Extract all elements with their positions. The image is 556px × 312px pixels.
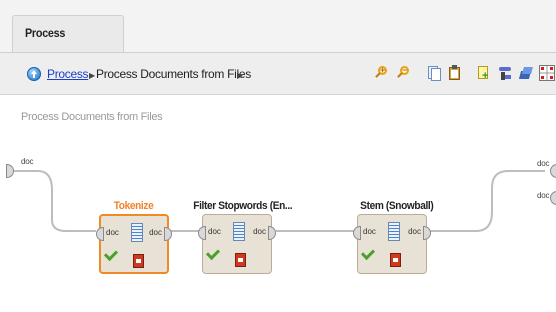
operator-filter-stopwords[interactable]: doc doc (198, 214, 276, 274)
subprocess-icon[interactable] (235, 253, 246, 267)
operator-title-filter-stopwords: Filter Stopwords (En... (193, 200, 293, 212)
input-port-label: doc (106, 228, 119, 237)
output-port-label: doc (408, 227, 421, 236)
checkmark-icon (360, 245, 376, 261)
operator-title-tokenize: Tokenize (113, 200, 154, 212)
input-port[interactable] (198, 226, 206, 240)
document-icon (388, 222, 400, 241)
document-icon (233, 222, 245, 241)
operator-title-stem: Stem (Snowball) (360, 200, 434, 212)
input-port-label: doc (363, 227, 376, 236)
connection-wires (12, 170, 545, 232)
output-port-label: doc (253, 227, 266, 236)
document-icon (131, 223, 143, 242)
process-input-label: doc (21, 157, 34, 166)
process-output-label-2: doc (537, 191, 550, 200)
subprocess-icon[interactable] (133, 254, 144, 268)
operator-stem-snowball[interactable]: doc doc (353, 214, 431, 274)
wire-stem-to-output (430, 170, 545, 232)
input-port[interactable] (96, 227, 104, 241)
input-port[interactable] (353, 226, 361, 240)
wire-input-to-tokenize (12, 170, 96, 232)
subprocess-icon[interactable] (390, 253, 401, 267)
checkmark-icon (205, 245, 221, 261)
process-output-label-1: doc (537, 159, 550, 168)
checkmark-icon (103, 246, 119, 262)
output-port-label: doc (149, 228, 162, 237)
operator-tokenize[interactable]: doc doc (96, 214, 172, 274)
input-port-label: doc (208, 227, 221, 236)
